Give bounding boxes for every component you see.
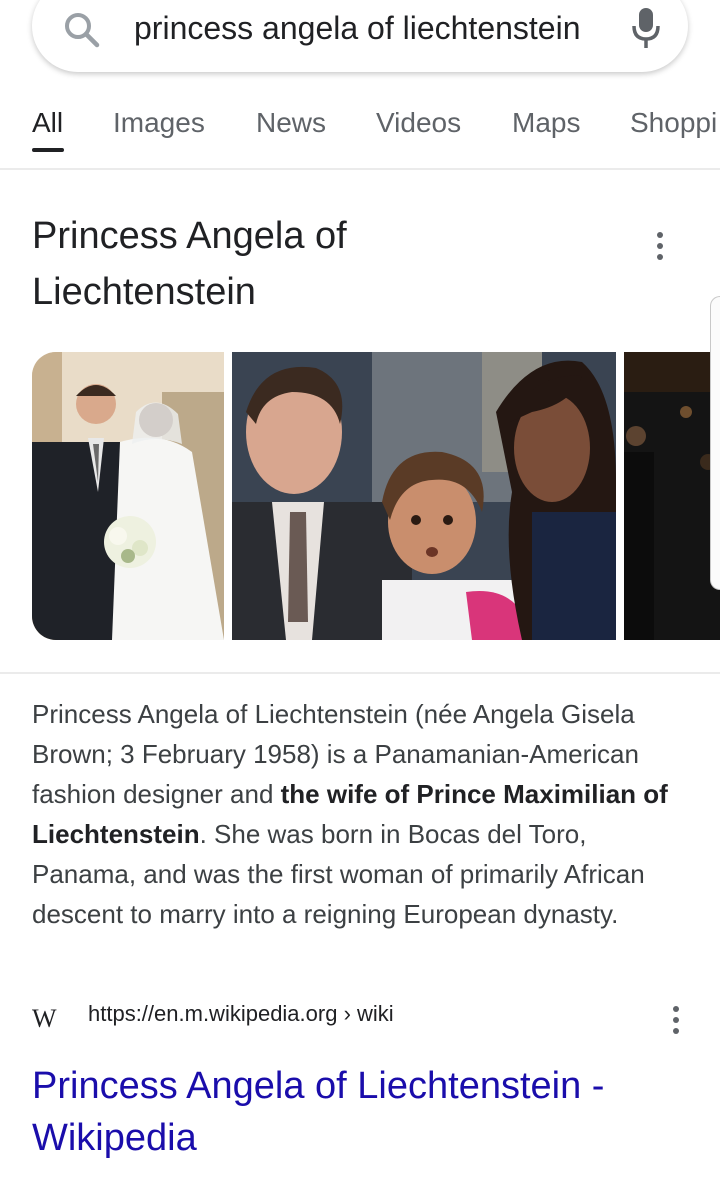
tab-news[interactable]: News bbox=[256, 106, 326, 140]
result-title-link[interactable]: Princess Angela of Liechtenstein - Wikip… bbox=[32, 1060, 672, 1164]
wikipedia-icon: W bbox=[32, 1004, 57, 1033]
section-divider bbox=[0, 672, 720, 674]
source-url[interactable]: https://en.m.wikipedia.org › wiki bbox=[88, 998, 394, 1030]
wedding-photo[interactable] bbox=[32, 352, 224, 640]
search-tabs: All Images News Videos Maps Shoppi bbox=[0, 96, 720, 168]
tab-shopping[interactable]: Shoppi bbox=[630, 106, 717, 140]
tab-videos[interactable]: Videos bbox=[376, 106, 461, 140]
search-input[interactable]: princess angela of liechtenstein bbox=[134, 8, 581, 48]
tabs-divider bbox=[0, 168, 720, 170]
knowledge-panel-description: Princess Angela of Liechtenstein (née An… bbox=[32, 694, 692, 934]
search-icon[interactable] bbox=[62, 10, 102, 50]
result-more-options-icon[interactable] bbox=[671, 1006, 681, 1038]
tab-images[interactable]: Images bbox=[113, 106, 205, 140]
family-photo[interactable] bbox=[232, 352, 616, 640]
knowledge-panel-title: Princess Angela of Liechtenstein bbox=[32, 215, 347, 313]
event-photo[interactable] bbox=[624, 352, 720, 640]
tab-maps[interactable]: Maps bbox=[512, 106, 580, 140]
tab-all[interactable]: All bbox=[32, 106, 63, 140]
active-tab-indicator bbox=[32, 148, 64, 152]
image-carousel[interactable] bbox=[32, 352, 720, 640]
side-panel-handle[interactable] bbox=[710, 296, 720, 590]
mic-icon[interactable] bbox=[628, 6, 664, 50]
more-options-icon[interactable] bbox=[655, 232, 665, 264]
